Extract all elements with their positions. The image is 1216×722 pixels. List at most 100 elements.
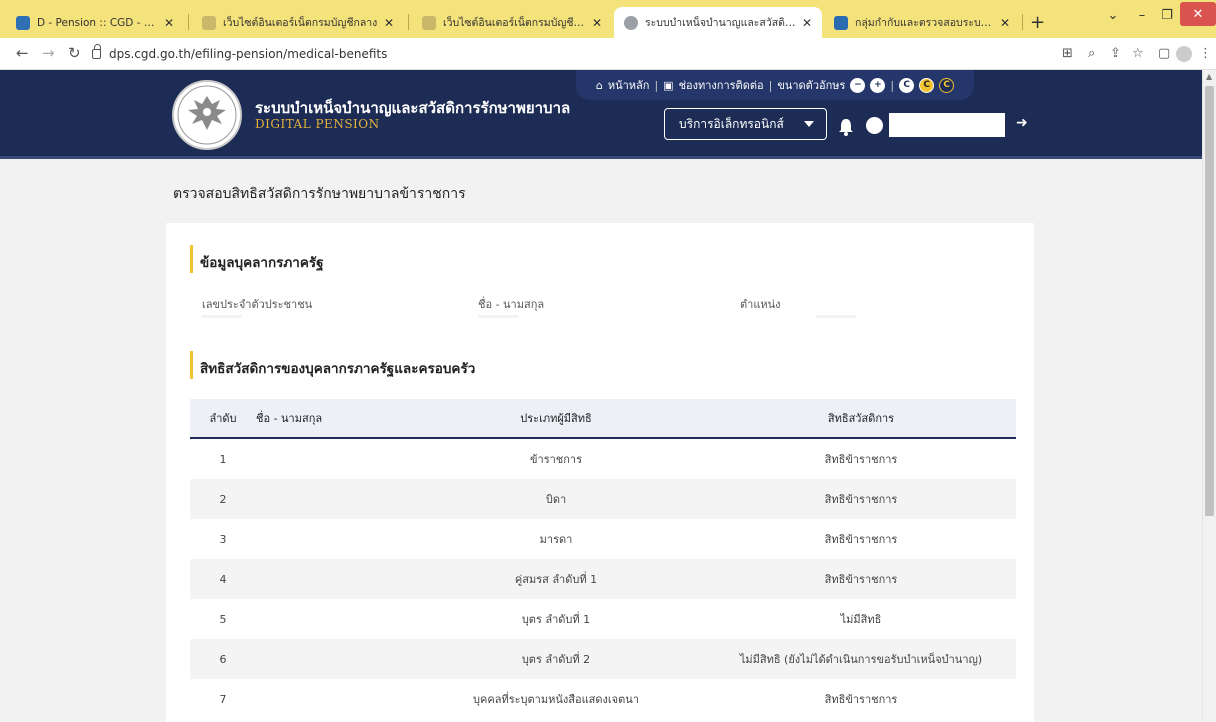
notification-bell-icon[interactable] bbox=[838, 118, 854, 136]
top-links-bar: ⌂ หน้าหลัก | ▣ ช่องทางการติดต่อ | ขนาดตั… bbox=[576, 70, 974, 100]
home-link[interactable]: หน้าหลัก bbox=[608, 76, 650, 94]
lock-icon[interactable] bbox=[92, 44, 101, 59]
col-no-header: ลำดับ bbox=[209, 412, 237, 425]
user-name-redacted[interactable] bbox=[889, 113, 1005, 137]
contrast-yellow-button[interactable]: C bbox=[919, 77, 935, 93]
font-increase-button[interactable]: + bbox=[870, 77, 886, 93]
page-viewport: ระบบบำเหน็จบำนาญและสวัสดิการรักษาพยาบาล … bbox=[0, 70, 1202, 722]
address-bar: ← → ↻ dps.cgd.go.th/efiling-pension/medi… bbox=[0, 38, 1216, 70]
browser-tab[interactable]: เว็บไซต์อินเตอร์เน็ตกรมบัญชีกลาง ✕ bbox=[412, 7, 612, 38]
home-icon[interactable]: ⌂ bbox=[596, 79, 603, 92]
row-type: บิดา bbox=[545, 493, 567, 506]
tab-close-icon[interactable]: ✕ bbox=[384, 16, 394, 30]
row-type: บุตร ลำดับที่ 1 bbox=[521, 613, 591, 626]
tab-title: เว็บไซต์อินเตอร์เน็ตกรมบัญชีกลาง bbox=[443, 17, 586, 29]
browser-tab-active[interactable]: ระบบบำเหน็จบำนาญและสวัสดิการรักษ ✕ bbox=[614, 7, 822, 38]
zoom-icon[interactable]: ⌕ bbox=[1088, 46, 1095, 61]
tab-search-icon[interactable]: ⌄ bbox=[1098, 0, 1128, 30]
benefit-table: ลำดับ ชื่อ - นามสกุล ประเภทผู้มีสิทธิ สิ… bbox=[190, 399, 1016, 719]
scrollbar-thumb[interactable] bbox=[1205, 86, 1214, 516]
close-window-button[interactable]: ✕ bbox=[1180, 2, 1216, 26]
tab-close-icon[interactable]: ✕ bbox=[164, 16, 174, 30]
contrast-normal-button[interactable]: C bbox=[899, 77, 915, 93]
contrast-dark-button[interactable]: C bbox=[939, 77, 955, 93]
bookmark-star-icon[interactable]: ☆ bbox=[1132, 46, 1144, 61]
row-right: สิทธิข้าราชการ bbox=[824, 573, 898, 586]
scroll-up-icon[interactable]: ▲ bbox=[1206, 72, 1212, 81]
url-text: dps.cgd.go.th/efiling-pension/medical-be… bbox=[109, 47, 388, 61]
table-row: 4 คู่สมรส ลำดับที่ 1 สิทธิข้าราชการ bbox=[190, 559, 1016, 599]
browser-tab[interactable]: กลุ่มกำกับและตรวจสอบระบบสวัสดิการ ✕ bbox=[824, 7, 1020, 38]
row-right: สิทธิข้าราชการ bbox=[824, 493, 898, 506]
col-name-header: ชื่อ - นามสกุล bbox=[256, 412, 323, 425]
table-row: 2 บิดา สิทธิข้าราชการ bbox=[190, 479, 1016, 519]
tab-close-icon[interactable]: ✕ bbox=[592, 16, 602, 30]
table-row: 6 บุตร ลำดับที่ 2 ไม่มีสิทธิ (ยังไม่ได้ดำเ… bbox=[190, 639, 1016, 679]
site-favicon-icon bbox=[422, 15, 436, 30]
profile-icon[interactable] bbox=[1176, 46, 1192, 62]
contact-icon[interactable]: ▣ bbox=[663, 79, 673, 92]
menu-kebab-icon[interactable]: ⋮ bbox=[1199, 46, 1212, 61]
tab-title: D - Pension :: CGD - D - Pension bbox=[37, 16, 158, 29]
table-body: 1 ข้าราชการ สิทธิข้าราชการ 2 บิดา สิทธิข้าราช… bbox=[190, 439, 1016, 719]
table-row: 5 บุตร ลำดับที่ 1 ไม่มีสิทธิ bbox=[190, 599, 1016, 639]
side-panel-icon[interactable]: ▢ bbox=[1158, 46, 1170, 61]
font-decrease-button[interactable]: − bbox=[850, 77, 866, 93]
page-title: ตรวจสอบสิทธิสวัสดิการรักษาพยาบาลข้าราชกา… bbox=[173, 186, 466, 202]
tab-title: กลุ่มกำกับและตรวจสอบระบบสวัสดิการ bbox=[855, 17, 994, 29]
reload-icon[interactable]: ↻ bbox=[68, 44, 81, 62]
share-icon[interactable]: ⇪ bbox=[1110, 46, 1121, 61]
content-card: ข้อมูลบุคลากรภาครัฐ เลขประจำตัวประชาชน ช… bbox=[166, 223, 1034, 722]
position-label: ตำแหน่ง bbox=[740, 298, 781, 311]
row-type: ข้าราชการ bbox=[530, 453, 582, 466]
site-favicon-icon bbox=[202, 15, 216, 30]
col-right-header: สิทธิสวัสดิการ bbox=[827, 412, 895, 425]
url-field[interactable]: dps.cgd.go.th/efiling-pension/medical-be… bbox=[92, 42, 1052, 66]
tab-close-icon[interactable]: ✕ bbox=[802, 16, 812, 30]
row-number: 5 bbox=[219, 612, 227, 626]
back-icon[interactable]: ← bbox=[16, 44, 29, 62]
eservice-dropdown[interactable]: บริการอิเล็กทรอนิกส์ bbox=[664, 108, 827, 140]
table-row: 7 บุคคลที่ระบุตามหนังสือแสดงเจตนา สิทธิข้า… bbox=[190, 679, 1016, 719]
header-divider bbox=[0, 156, 1202, 159]
minimize-button[interactable]: – bbox=[1128, 0, 1156, 30]
row-type: บุตร ลำดับที่ 2 bbox=[521, 653, 591, 666]
table-row: 3 มารดา สิทธิข้าราชการ bbox=[190, 519, 1016, 559]
col-type-header: ประเภทผู้มีสิทธิ bbox=[520, 412, 592, 425]
logout-icon[interactable]: ➜ bbox=[1016, 115, 1028, 131]
row-number: 7 bbox=[219, 692, 227, 706]
table-header-row: ลำดับ ชื่อ - นามสกุล ประเภทผู้มีสิทธิ สิ… bbox=[190, 399, 1016, 439]
row-right: สิทธิข้าราชการ bbox=[824, 693, 898, 706]
id-card-label: เลขประจำตัวประชาชน bbox=[202, 298, 313, 311]
row-number: 2 bbox=[219, 492, 227, 506]
eservice-label: บริการอิเล็กทรอนิกส์ bbox=[679, 116, 784, 131]
new-tab-button[interactable]: + bbox=[1030, 12, 1045, 33]
row-right: ไม่มีสิทธิ bbox=[840, 613, 882, 626]
contact-link[interactable]: ช่องทางการติดต่อ bbox=[679, 76, 764, 94]
outlook-favicon-icon bbox=[834, 15, 848, 30]
forward-icon[interactable]: → bbox=[42, 44, 55, 62]
name-label: ชื่อ - นามสกุล bbox=[478, 298, 545, 311]
browser-tab[interactable]: D - Pension :: CGD - D - Pension ✕ bbox=[6, 7, 184, 38]
font-size-label: ขนาดตัวอักษร bbox=[777, 79, 846, 92]
row-type: มารดา bbox=[539, 533, 573, 546]
browser-tab[interactable]: เว็บไซต์อินเตอร์เน็ตกรมบัญชีกลาง ✕ bbox=[192, 7, 404, 38]
id-card-value bbox=[202, 315, 242, 318]
maximize-button[interactable]: ❐ bbox=[1156, 0, 1178, 30]
translate-icon[interactable]: ⊞ bbox=[1062, 46, 1073, 61]
row-right: สิทธิข้าราชการ bbox=[824, 453, 898, 466]
row-number: 4 bbox=[219, 572, 227, 586]
page-scrollbar[interactable]: ▲ bbox=[1202, 70, 1216, 722]
row-right: ไม่มีสิทธิ (ยังไม่ได้ดำเนินการขอรับบำเหน… bbox=[739, 653, 983, 666]
user-avatar-icon[interactable] bbox=[866, 117, 883, 134]
row-right: สิทธิข้าราชการ bbox=[824, 533, 898, 546]
site-favicon-icon bbox=[16, 15, 30, 30]
cgd-logo[interactable] bbox=[172, 80, 242, 150]
site-header: ระบบบำเหน็จบำนาญและสวัสดิการรักษาพยาบาล … bbox=[0, 70, 1202, 158]
site-favicon-icon bbox=[624, 15, 638, 30]
benefit-section-title: สิทธิสวัสดิการของบุคลากรภาครัฐและครอบครั… bbox=[190, 351, 475, 379]
row-number: 1 bbox=[219, 452, 227, 466]
row-type: คู่สมรส ลำดับที่ 1 bbox=[514, 573, 598, 586]
tab-close-icon[interactable]: ✕ bbox=[1000, 16, 1010, 30]
row-number: 3 bbox=[219, 532, 227, 546]
